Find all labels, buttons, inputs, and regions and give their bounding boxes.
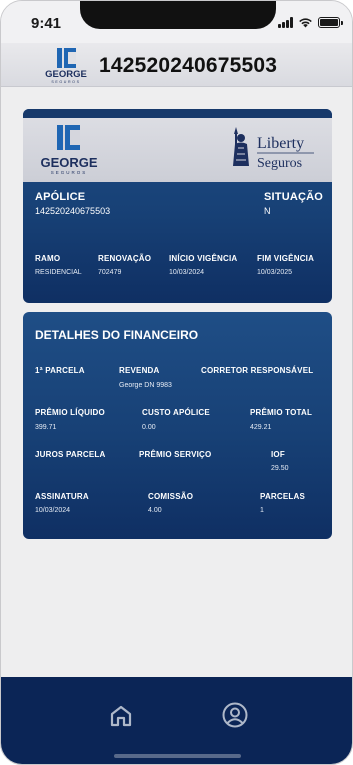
card-logo-word: GEORGE [40,155,97,170]
header-logo-word: GEORGE [45,69,87,80]
custo-apolice-label: CUSTO APÓLICE [142,408,210,417]
revenda-value: George DN 9983 [119,382,172,389]
home-icon[interactable] [108,703,134,729]
comissao-value: 4.00 [148,507,162,514]
liberty-logo: Liberty Seguros [233,127,314,171]
juros-parcela-label: JUROS PARCELA [35,450,106,459]
profile-icon[interactable] [221,701,249,729]
premio-servico-label: PRÊMIO SERVIÇO [139,450,212,459]
corretor-label: CORRETOR RESPONSÁVEL [201,366,314,375]
assinatura-value: 10/03/2024 [35,507,71,514]
premio-liquido-label: PRÊMIO LÍQUIDO [35,408,105,417]
parcelas-label: PARCELAS [260,492,306,501]
george-logo: GEORGE SEGUROS [45,48,87,84]
apolice-value: 142520240675503 [35,206,111,216]
renovacao-value: 702479 [98,269,122,276]
iof-value: 29.50 [271,465,289,472]
inicio-vigencia-label: INÍCIO VIGÊNCIA [169,254,238,263]
header-policy-number: 142520240675503 [99,54,278,77]
card-logo-strip: GEORGE SEGUROS Liberty Seguros [23,118,332,182]
inicio-vigencia-value: 10/03/2024 [169,269,205,276]
premio-liquido-value: 399.71 [35,424,57,431]
parcelas-value: 1 [260,507,264,514]
comissao-label: COMISSÃO [148,492,194,501]
card-top-band [23,109,332,118]
wifi-icon [299,18,312,28]
status-icons [278,17,343,28]
signal-icon [278,17,293,28]
battery-icon [318,17,343,28]
card-logo-sub: SEGUROS [51,170,88,175]
device-notch [80,1,276,29]
iof-label: IOF [271,450,285,459]
home-indicator [114,754,241,758]
liberty-logo-line2: Seguros [257,156,302,171]
george-logo: GEORGE SEGUROS [40,125,98,175]
ramo-value: RESIDENCIAL [35,269,82,276]
status-time: 9:41 [31,15,62,32]
premio-total-label: PRÊMIO TOTAL [250,408,313,417]
finance-card-title: DETALHES DO FINANCEIRO [35,328,199,342]
finance-card: DETALHES DO FINANCEIRO 1ª PARCELA REVEND… [23,312,332,539]
fim-vigencia-label: FIM VIGÊNCIA [257,254,315,263]
fim-vigencia-value: 10/03/2025 [257,269,293,276]
apolice-label: APÓLICE [35,191,86,203]
policy-card: GEORGE SEGUROS Liberty Seguros APÓLICE 1… [23,109,332,303]
premio-total-value: 429.21 [250,424,272,431]
custo-apolice-value: 0.00 [142,424,156,431]
phone-frame: 9:41 GEORGE SEGUROS 142520240675503 GEOR… [0,0,353,765]
situacao-label: SITUAÇÃO [264,191,324,203]
revenda-label: REVENDA [119,366,160,375]
app-header: GEORGE SEGUROS 142520240675503 [1,43,352,87]
ramo-label: RAMO [35,254,61,263]
header-logo-sub: SEGUROS [51,80,80,84]
liberty-logo-line1: Liberty [257,135,304,152]
bottom-nav [1,677,352,764]
assinatura-label: ASSINATURA [35,492,89,501]
primeira-parcela-label: 1ª PARCELA [35,366,85,375]
situacao-value: N [264,206,271,216]
renovacao-label: RENOVAÇÃO [98,254,152,263]
status-bar: 9:41 [1,1,352,43]
